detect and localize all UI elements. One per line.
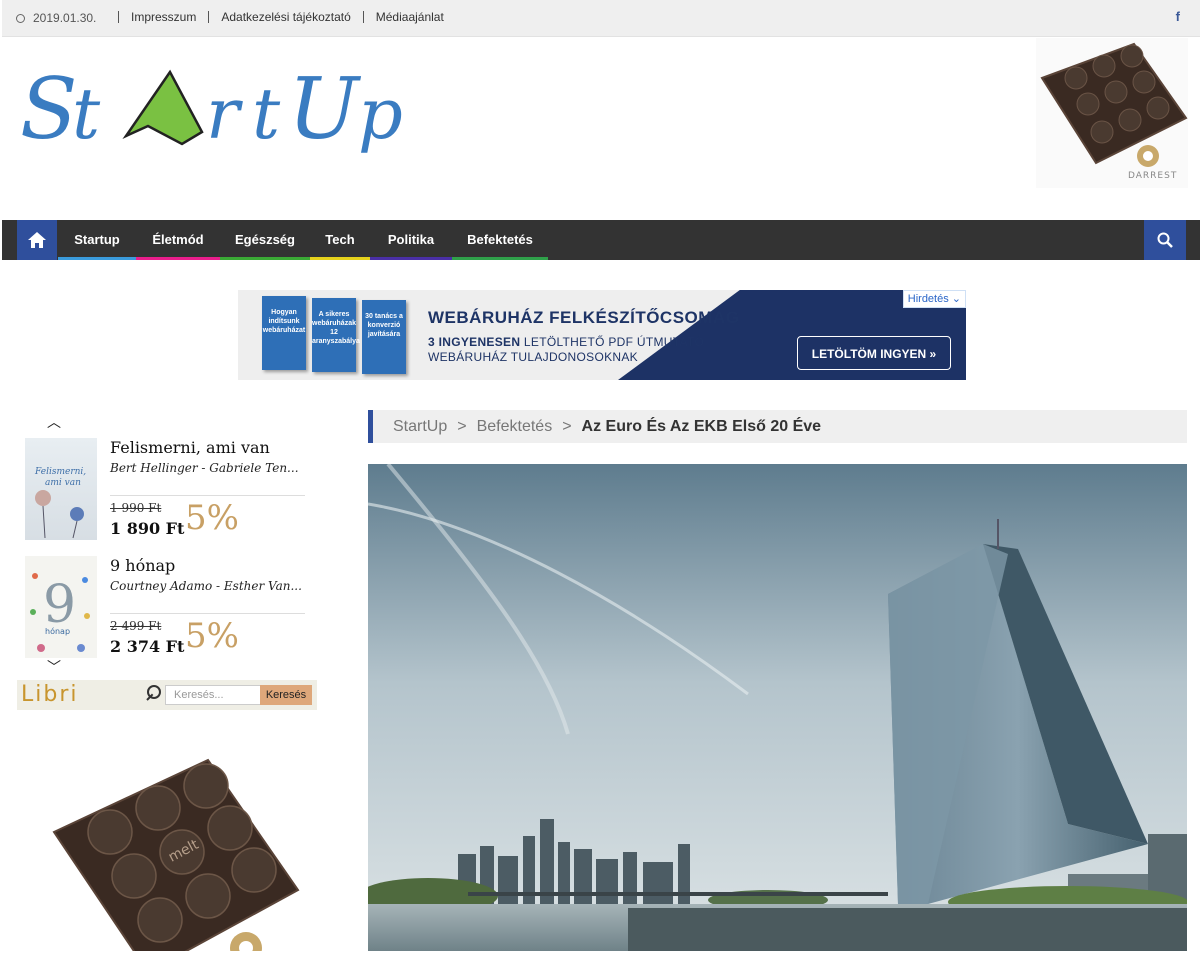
banner-sub-bold: 3 INGYENESEN xyxy=(428,335,521,349)
nav-item-politika[interactable]: Politika xyxy=(370,220,452,260)
chocolate-image: melt xyxy=(52,758,300,956)
old-price-1: 1 990 Ft xyxy=(110,501,162,515)
svg-text:p: p xyxy=(358,73,403,155)
date: 2019.01.30. xyxy=(16,11,96,25)
search-button[interactable] xyxy=(1144,220,1186,260)
banner-ad[interactable]: Hogyan indítsunk webáruházat A sikeres w… xyxy=(238,290,966,380)
book-author-1: Bert Hellinger - Gabriele Ten... xyxy=(110,461,299,475)
libri-search-button[interactable]: Keresés xyxy=(260,685,312,705)
top-links: Impresszum Adatkezelési tájékoztató Médi… xyxy=(118,11,456,23)
search-icon xyxy=(1157,232,1173,248)
nav-item-befektetes[interactable]: Befektetés xyxy=(452,220,548,260)
banner-sub-rest: LETÖLTHETŐ PDF ÚTMUTATÓ xyxy=(520,335,705,349)
divider xyxy=(110,613,305,614)
nav-item-egeszseg[interactable]: Egészség xyxy=(220,220,310,260)
book-cover-2[interactable]: 9 hónap xyxy=(25,556,97,658)
svg-text:U: U xyxy=(288,60,362,158)
svg-text:r: r xyxy=(206,73,243,155)
scroll-up-icon[interactable]: ︿ xyxy=(47,412,61,432)
chocolate-image: DARREST xyxy=(1040,42,1188,181)
nav-item-eletmod[interactable]: Életmód xyxy=(136,220,220,260)
banner-book-1: Hogyan indítsunk webáruházat xyxy=(262,296,306,370)
banner-title: WEBÁRUHÁZ FELKÉSZÍTŐCSOMAG xyxy=(428,308,740,327)
banner-download-button[interactable]: LETÖLTÖM INGYEN » xyxy=(797,336,951,370)
svg-text:hónap: hónap xyxy=(45,626,70,636)
link-impresszum[interactable]: Impresszum xyxy=(118,11,208,23)
site-logo[interactable]: S t r t U p xyxy=(20,60,420,170)
top-bar: 2019.01.30. Impresszum Adatkezelési tájé… xyxy=(2,0,1200,37)
nav-item-tech[interactable]: Tech xyxy=(310,220,370,260)
svg-text:ami van: ami van xyxy=(45,478,81,488)
new-price-1: 1 890 Ft xyxy=(110,519,185,538)
banner-subtitle: 3 INGYENESEN LETÖLTHETŐ PDF ÚTMUTATÓ WEB… xyxy=(428,335,704,365)
svg-text:t: t xyxy=(252,73,281,155)
breadcrumb-separator: > xyxy=(562,418,572,435)
book-cover-1[interactable]: Felismerni, ami van xyxy=(25,438,97,540)
breadcrumb-current: Az Euro És Az EKB Első 20 Éve xyxy=(581,418,822,435)
libri-logo[interactable]: Libri xyxy=(21,682,79,707)
sidebar-ad-chocolate[interactable]: melt xyxy=(40,752,300,956)
banner-book-2: A sikeres webáruházak 12 aranyszabálya xyxy=(312,298,360,372)
scroll-down-icon[interactable]: ﹀ xyxy=(47,657,61,677)
breadcrumb-startup[interactable]: StartUp xyxy=(393,418,447,435)
banner-book-3: 30 tanács a konverzió javítására xyxy=(362,300,406,374)
book-title-2[interactable]: 9 hónap xyxy=(110,556,175,575)
breadcrumb-befektetes[interactable]: Befektetés xyxy=(477,418,553,435)
header-ad-chocolate[interactable]: DARREST xyxy=(1036,38,1188,188)
new-price-2: 2 374 Ft xyxy=(110,637,185,656)
startup-logo-graphic: S t r t U p xyxy=(20,60,403,158)
featured-image xyxy=(368,464,1187,951)
home-icon xyxy=(28,232,46,248)
libri-search-input[interactable]: Keresés... xyxy=(165,685,261,705)
ad-tag[interactable]: Hirdetés ⌄ xyxy=(902,290,966,308)
date-text: 2019.01.30. xyxy=(33,11,97,25)
discount-badge-2: 5% xyxy=(185,616,239,656)
book-cover-art-2: 9 hónap xyxy=(30,573,90,652)
svg-text:9: 9 xyxy=(43,575,76,635)
link-mediaajanlat[interactable]: Médiaajánlat xyxy=(362,11,456,23)
banner-sub-line2: WEBÁRUHÁZ TULAJDONOSOKNAK xyxy=(428,350,638,364)
divider xyxy=(110,495,305,496)
home-button[interactable] xyxy=(17,220,57,260)
discount-badge-1: 5% xyxy=(185,498,239,538)
clock-icon xyxy=(16,13,25,23)
book-title-1[interactable]: Felismerni, ami van xyxy=(110,438,270,457)
facebook-icon[interactable]: f xyxy=(1176,9,1180,24)
ecb-tower-photo xyxy=(368,464,1187,951)
old-price-2: 2 499 Ft xyxy=(110,619,162,633)
svg-text:S: S xyxy=(20,60,78,158)
svg-text:Felismerni,: Felismerni, xyxy=(34,467,86,477)
breadcrumb: StartUp > Befektetés > Az Euro És Az EKB Els… xyxy=(368,410,1187,443)
libri-search-bar: Libri Keresés... Keresés xyxy=(17,680,317,710)
book-author-2: Courtney Adamo - Esther Van... xyxy=(110,579,302,593)
chocolate-brand: DARREST xyxy=(1128,171,1177,181)
libri-widget: ︿ Felismerni, ami van Felismerni, ami va… xyxy=(17,410,317,710)
svg-text:t: t xyxy=(72,73,101,155)
link-adatkezelesi[interactable]: Adatkezelési tájékoztató xyxy=(208,11,362,23)
libri-logo-text: Libri xyxy=(21,682,79,707)
breadcrumb-separator: > xyxy=(457,418,467,435)
book-cover-art-1: Felismerni, ami van xyxy=(34,467,86,539)
main-nav: Startup Életmód Egészség Tech Politika B… xyxy=(2,220,1200,260)
nav-item-startup[interactable]: Startup xyxy=(58,220,136,260)
